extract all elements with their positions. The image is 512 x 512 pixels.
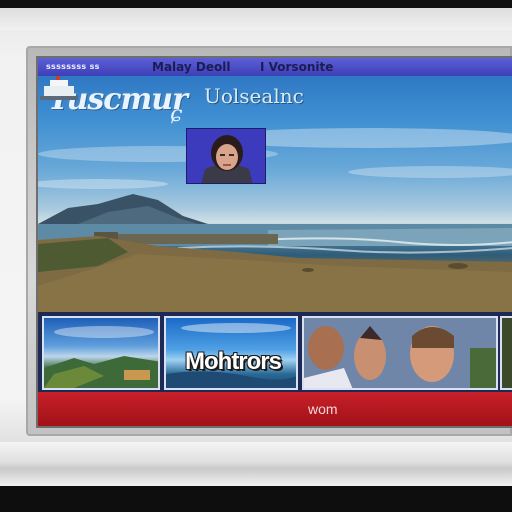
- thumbnail-card-3[interactable]: [302, 316, 498, 390]
- logo-mark-icon: ɕ: [170, 102, 183, 127]
- tv-stand-base: [0, 442, 512, 486]
- menu-item-1[interactable]: ssssssss ss: [46, 58, 100, 76]
- person-portrait-icon: [187, 129, 265, 183]
- ship-icon: [40, 76, 78, 100]
- tv-screen: ssssssss ss Malay Deoll I Vorsonite Tusc…: [36, 56, 512, 428]
- thumbnail-card-2[interactable]: Mohtrors: [164, 316, 298, 390]
- thumbnail-card-4[interactable]: [500, 316, 512, 390]
- site-tagline: Uolsealnc: [204, 84, 304, 108]
- tv-top-edge: [0, 0, 512, 8]
- thumbnail-row: Mohtrors: [38, 312, 512, 392]
- footer-bar: wom: [38, 392, 512, 426]
- landscape-thumbnail-icon: [44, 326, 158, 388]
- menu-item-3[interactable]: I Vorsonite: [260, 58, 333, 76]
- tv-bottom-edge: [0, 486, 512, 512]
- menu-item-2[interactable]: Malay Deoll: [152, 58, 230, 76]
- menu-bar: ssssssss ss Malay Deoll I Vorsonite: [38, 58, 512, 76]
- people-thumbnail-icon: [304, 318, 496, 388]
- featured-thumbnail-title: Mohtrors: [185, 348, 282, 375]
- thumbnail-card-1[interactable]: [42, 316, 160, 390]
- profile-photo[interactable]: [186, 128, 266, 184]
- hero-banner: Tuscmur ɕ Uolsealnc: [38, 76, 512, 312]
- tv-top-strip: [0, 8, 512, 30]
- footer-label[interactable]: wom: [308, 401, 338, 417]
